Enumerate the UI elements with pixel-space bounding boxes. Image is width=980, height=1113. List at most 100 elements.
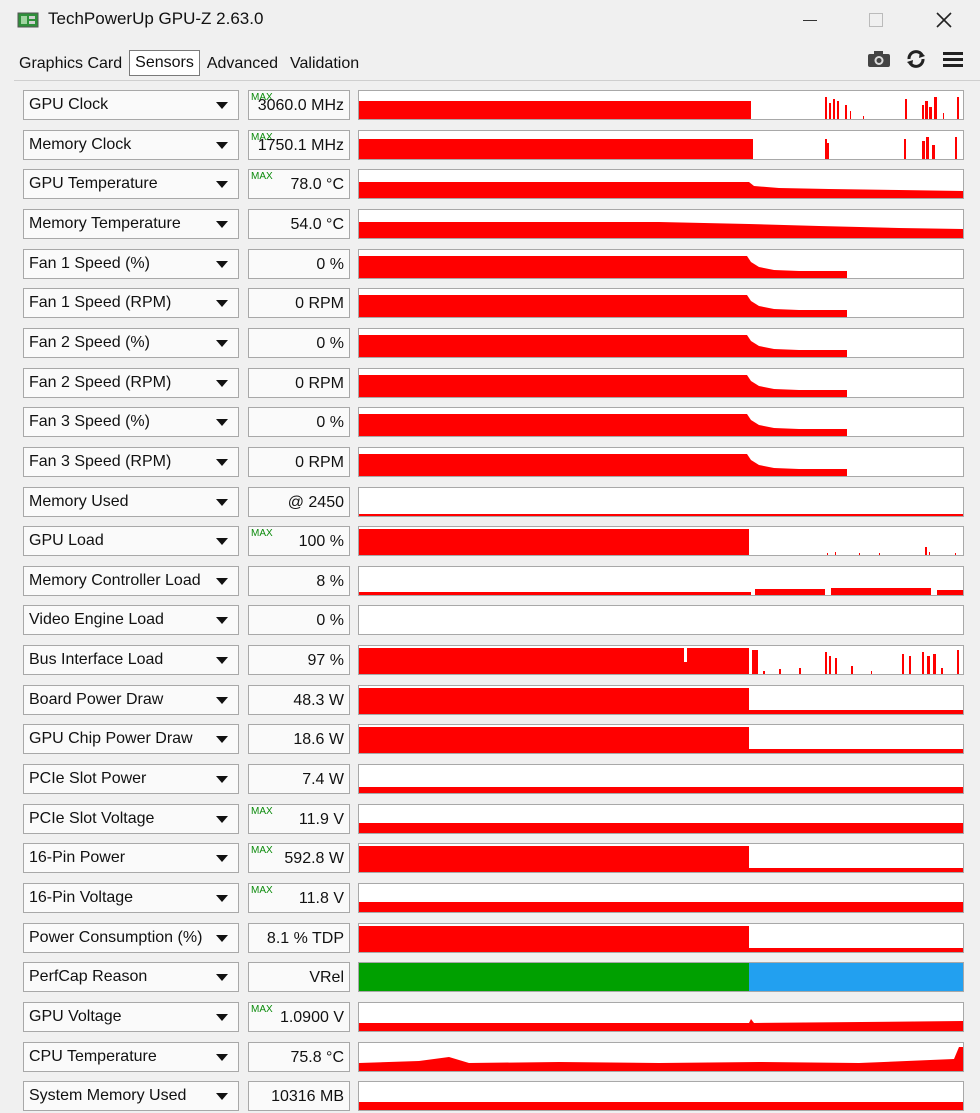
sensor-value-board-power-draw[interactable]: 48.3 W: [248, 685, 350, 715]
sensor-name-dropdown-memory-clock[interactable]: Memory Clock: [23, 130, 239, 160]
sensor-graph-power-consumption[interactable]: [358, 923, 964, 953]
sensor-name-dropdown-fan-3-speed[interactable]: Fan 3 Speed (%): [23, 407, 239, 437]
sensor-name-dropdown-power-consumption[interactable]: Power Consumption (%): [23, 923, 239, 953]
graph-fill: [831, 588, 931, 595]
sensor-graph-gpu-voltage[interactable]: [358, 1002, 964, 1032]
sensor-value-pcie-slot-voltage[interactable]: MAX 11.9 V: [248, 804, 350, 834]
sensor-value-fan-3-speed[interactable]: 0 %: [248, 407, 350, 437]
sensor-graph-system-memory-used[interactable]: [358, 1081, 964, 1111]
graph-spike: [909, 656, 911, 674]
refresh-icon[interactable]: [903, 48, 929, 70]
sensor-graph-fan-3-speed-rpm[interactable]: [358, 447, 964, 477]
sensor-name-dropdown-video-engine-load[interactable]: Video Engine Load: [23, 605, 239, 635]
sensor-value-text: 11.9 V: [298, 811, 344, 828]
graph-gap: [684, 648, 687, 662]
sensor-graph-memory-clock[interactable]: [358, 130, 964, 160]
hamburger-menu-icon[interactable]: [940, 48, 966, 70]
sensor-name-dropdown-gpu-voltage[interactable]: GPU Voltage: [23, 1002, 239, 1032]
sensor-graph-board-power-draw[interactable]: [358, 685, 964, 715]
sensor-value-fan-1-speed-rpm[interactable]: 0 RPM: [248, 288, 350, 318]
sensor-graph-perfcap-reason[interactable]: [358, 962, 964, 992]
sensor-graph-fan-2-speed[interactable]: [358, 328, 964, 358]
sensor-value-memory-used[interactable]: @ 2450: [248, 487, 350, 517]
sensor-graph-gpu-temperature[interactable]: [358, 169, 964, 199]
sensor-name: PerfCap Reason: [29, 968, 148, 985]
sensor-value-gpu-clock[interactable]: MAX 3060.0 MHz: [248, 90, 350, 120]
sensor-value-fan-2-speed[interactable]: 0 %: [248, 328, 350, 358]
tab-validation[interactable]: Validation: [285, 52, 364, 76]
sensor-value-power-consumption[interactable]: 8.1 % TDP: [248, 923, 350, 953]
sensor-value-fan-2-speed-rpm[interactable]: 0 RPM: [248, 368, 350, 398]
sensor-name-dropdown-fan-1-speed-rpm[interactable]: Fan 1 Speed (RPM): [23, 288, 239, 318]
sensor-name-dropdown-bus-interface-load[interactable]: Bus Interface Load: [23, 645, 239, 675]
sensor-graph-gpu-clock[interactable]: [358, 90, 964, 120]
sensor-graph-memory-temperature[interactable]: [358, 209, 964, 239]
sensor-name-dropdown-16-pin-voltage[interactable]: 16-Pin Voltage: [23, 883, 239, 913]
sensor-name-dropdown-system-memory-used[interactable]: System Memory Used: [23, 1081, 239, 1111]
sensor-name-dropdown-fan-2-speed[interactable]: Fan 2 Speed (%): [23, 328, 239, 358]
camera-icon[interactable]: [866, 48, 892, 70]
sensor-name-dropdown-cpu-temperature[interactable]: CPU Temperature: [23, 1042, 239, 1072]
sensor-graph-pcie-slot-power[interactable]: [358, 764, 964, 794]
sensor-value-gpu-chip-power-draw[interactable]: 18.6 W: [248, 724, 350, 754]
sensor-value-16-pin-voltage[interactable]: MAX 11.8 V: [248, 883, 350, 913]
chevron-down-icon: [216, 1054, 228, 1061]
sensor-graph-memory-used[interactable]: [358, 487, 964, 517]
sensor-value-pcie-slot-power[interactable]: 7.4 W: [248, 764, 350, 794]
tab-advanced[interactable]: Advanced: [202, 52, 283, 76]
tab-graphics-card[interactable]: Graphics Card: [14, 52, 127, 76]
sensor-name-dropdown-gpu-temperature[interactable]: GPU Temperature: [23, 169, 239, 199]
tab-sensors[interactable]: Sensors: [129, 50, 200, 76]
sensor-value-gpu-temperature[interactable]: MAX 78.0 °C: [248, 169, 350, 199]
sensor-name-dropdown-gpu-load[interactable]: GPU Load: [23, 526, 239, 556]
sensor-value-cpu-temperature[interactable]: 75.8 °C: [248, 1042, 350, 1072]
sensor-value-text: 10316 MB: [271, 1088, 344, 1105]
sensor-value-16-pin-power[interactable]: MAX 592.8 W: [248, 843, 350, 873]
sensor-name-dropdown-memory-controller-load[interactable]: Memory Controller Load: [23, 566, 239, 596]
minimize-button[interactable]: [779, 0, 841, 40]
sensor-graph-fan-1-speed[interactable]: [358, 249, 964, 279]
sensor-graph-fan-2-speed-rpm[interactable]: [358, 368, 964, 398]
sensor-name-dropdown-memory-temperature[interactable]: Memory Temperature: [23, 209, 239, 239]
sensor-name-dropdown-perfcap-reason[interactable]: PerfCap Reason: [23, 962, 239, 992]
sensor-value-fan-1-speed[interactable]: 0 %: [248, 249, 350, 279]
sensor-name-dropdown-gpu-chip-power-draw[interactable]: GPU Chip Power Draw: [23, 724, 239, 754]
sensor-graph-fan-1-speed-rpm[interactable]: [358, 288, 964, 318]
sensor-value-text: 0 %: [316, 612, 344, 629]
chevron-down-icon: [216, 300, 228, 307]
sensor-name-dropdown-pcie-slot-power[interactable]: PCIe Slot Power: [23, 764, 239, 794]
close-button[interactable]: [913, 0, 975, 40]
sensor-graph-bus-interface-load[interactable]: [358, 645, 964, 675]
sensor-value-bus-interface-load[interactable]: 97 %: [248, 645, 350, 675]
sensor-graph-video-engine-load[interactable]: [358, 605, 964, 635]
sensor-value-perfcap-reason[interactable]: VRel: [248, 962, 350, 992]
sensor-graph-pcie-slot-voltage[interactable]: [358, 804, 964, 834]
sensor-graph-gpu-chip-power-draw[interactable]: [358, 724, 964, 754]
sensor-name-dropdown-board-power-draw[interactable]: Board Power Draw: [23, 685, 239, 715]
sensor-value-memory-temperature[interactable]: 54.0 °C: [248, 209, 350, 239]
sensor-value-gpu-load[interactable]: MAX 100 %: [248, 526, 350, 556]
sensor-name-dropdown-fan-2-speed-rpm[interactable]: Fan 2 Speed (RPM): [23, 368, 239, 398]
sensor-row: Board Power Draw 48.3 W: [14, 685, 980, 717]
sensor-value-video-engine-load[interactable]: 0 %: [248, 605, 350, 635]
sensor-name-dropdown-fan-3-speed-rpm[interactable]: Fan 3 Speed (RPM): [23, 447, 239, 477]
sensor-value-gpu-voltage[interactable]: MAX 1.0900 V: [248, 1002, 350, 1032]
sensor-name-dropdown-memory-used[interactable]: Memory Used: [23, 487, 239, 517]
sensor-graph-fan-3-speed[interactable]: [358, 407, 964, 437]
sensor-value-system-memory-used[interactable]: 10316 MB: [248, 1081, 350, 1111]
sensor-graph-16-pin-power[interactable]: [358, 843, 964, 873]
sensor-row: GPU Temperature MAX 78.0 °C: [14, 169, 980, 201]
sensor-graph-memory-controller-load[interactable]: [358, 566, 964, 596]
sensor-name-dropdown-gpu-clock[interactable]: GPU Clock: [23, 90, 239, 120]
sensor-value-memory-controller-load[interactable]: 8 %: [248, 566, 350, 596]
maximize-button[interactable]: [845, 0, 907, 40]
sensor-name-dropdown-fan-1-speed[interactable]: Fan 1 Speed (%): [23, 249, 239, 279]
sensor-value-memory-clock[interactable]: MAX 1750.1 MHz: [248, 130, 350, 160]
sensor-graph-cpu-temperature[interactable]: [358, 1042, 964, 1072]
graph-area: [359, 182, 963, 198]
sensor-graph-gpu-load[interactable]: [358, 526, 964, 556]
sensor-value-fan-3-speed-rpm[interactable]: 0 RPM: [248, 447, 350, 477]
sensor-name-dropdown-pcie-slot-voltage[interactable]: PCIe Slot Voltage: [23, 804, 239, 834]
sensor-name-dropdown-16-pin-power[interactable]: 16-Pin Power: [23, 843, 239, 873]
sensor-graph-16-pin-voltage[interactable]: [358, 883, 964, 913]
